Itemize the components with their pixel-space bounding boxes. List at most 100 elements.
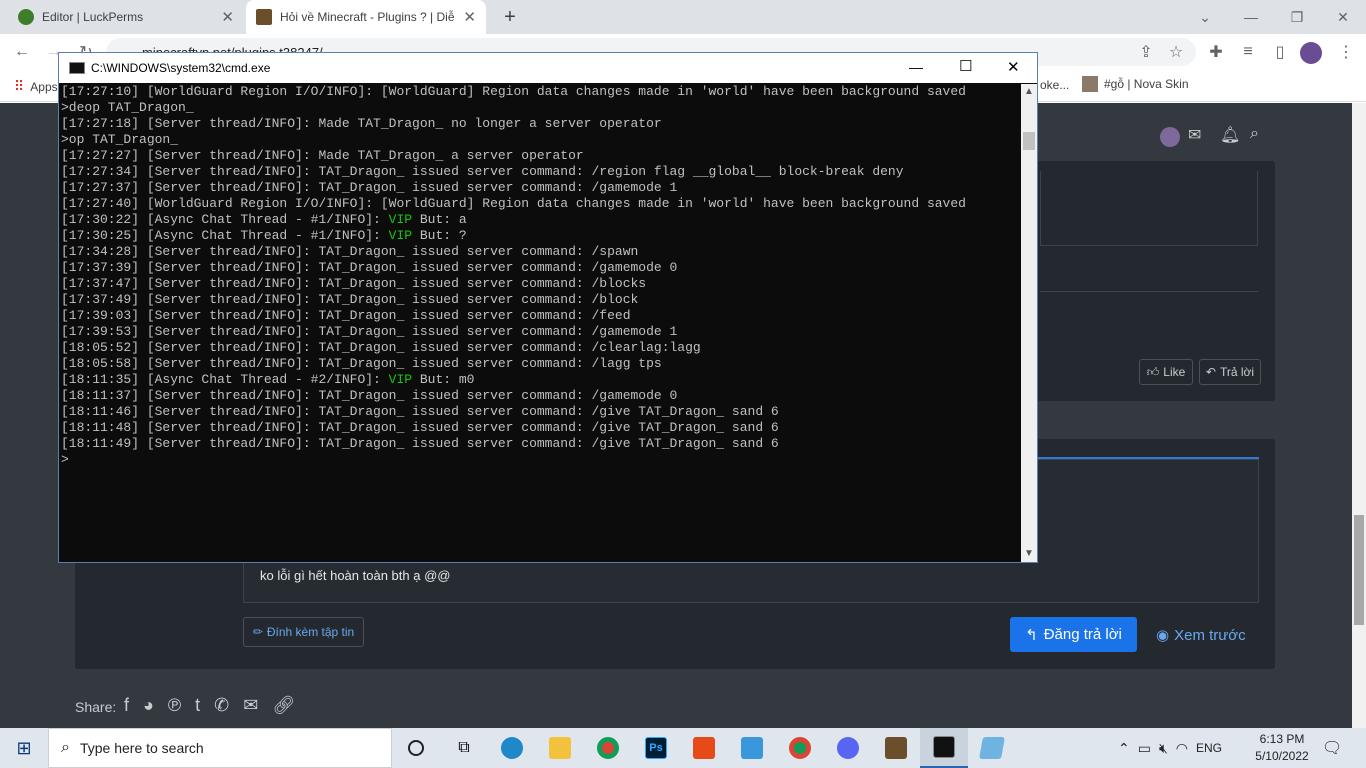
console-line: [17:37:47] [Server thread/INFO]: TAT_Dra…: [61, 276, 1021, 292]
console-line: [17:34:28] [Server thread/INFO]: TAT_Dra…: [61, 244, 1021, 260]
console-line-text: [18:11:49] [Server thread/INFO]: TAT_Dra…: [61, 436, 779, 451]
console-line: [17:27:37] [Server thread/INFO]: TAT_Dra…: [61, 180, 1021, 196]
close-tab-icon[interactable]: ✕: [221, 8, 234, 26]
tab-search-icon[interactable]: ⌄: [1182, 0, 1228, 34]
console-line: [17:27:27] [Server thread/INFO]: Made TA…: [61, 148, 1021, 164]
console-line: [18:05:52] [Server thread/INFO]: TAT_Dra…: [61, 340, 1021, 356]
close-tab-icon[interactable]: ✕: [463, 8, 476, 26]
link-icon[interactable]: 🔗︎: [272, 695, 295, 716]
bookmark-apps[interactable]: ⠿ Apps: [14, 78, 58, 95]
cmd-close-icon[interactable]: ✕: [1007, 58, 1020, 76]
taskbar-cmd[interactable]: [920, 728, 968, 768]
post-reply-button[interactable]: ↰ Đăng trả lời: [1010, 617, 1137, 652]
taskbar-store[interactable]: [728, 728, 776, 768]
cmd-maximize-icon[interactable]: ☐: [959, 57, 972, 75]
console-line: [17:30:22] [Async Chat Thread - #1/INFO]…: [61, 212, 1021, 228]
share-page-icon[interactable]: ⇪: [1132, 38, 1160, 66]
notifications-icon[interactable]: 🗨︎: [1322, 738, 1342, 758]
edge-icon: [501, 737, 523, 759]
taskbar-explorer[interactable]: [536, 728, 584, 768]
taskbar-notepad[interactable]: [968, 728, 1016, 768]
luckperms-favicon-icon: [18, 9, 34, 25]
console-line: [17:37:39] [Server thread/INFO]: TAT_Dra…: [61, 260, 1021, 276]
like-button[interactable]: 👍︎ Like: [1139, 359, 1193, 385]
reply-arrow-icon: ↰: [1025, 626, 1038, 644]
reddit-icon[interactable]: ◕: [143, 695, 154, 716]
console-line: >deop TAT_Dragon_: [61, 100, 1021, 116]
wifi-icon[interactable]: ◠: [1176, 740, 1188, 757]
console-scroll-thumb[interactable]: [1023, 132, 1035, 150]
console-line-text: [17:27:27] [Server thread/INFO]: Made TA…: [61, 148, 584, 163]
tray-overflow-icon[interactable]: ⌃: [1118, 740, 1130, 757]
meet-now-icon[interactable]: ▭: [1138, 740, 1151, 757]
minimize-icon[interactable]: —: [1228, 0, 1274, 34]
editor-text: ko lỗi gì hết hoàn toàn bth ạ @@: [260, 568, 451, 583]
cmd-title-bar[interactable]: C:\WINDOWS\system32\cmd.exe — ☐ ✕: [59, 53, 1037, 83]
preview-button[interactable]: ◉ Xem trước: [1156, 626, 1246, 645]
console-line: [17:27:18] [Server thread/INFO]: Made TA…: [61, 116, 1021, 132]
back-icon[interactable]: ←: [8, 38, 36, 66]
bookmark-nova-skin[interactable]: #gỗ | Nova Skin: [1082, 76, 1189, 92]
console-line: [17:30:25] [Async Chat Thread - #1/INFO]…: [61, 228, 1021, 244]
page-scrollbar-thumb[interactable]: [1354, 515, 1364, 625]
browser-menu-icon[interactable]: ⋮: [1332, 38, 1360, 66]
bookmark-star-icon[interactable]: ☆: [1162, 38, 1190, 66]
email-icon[interactable]: ✉: [243, 695, 258, 716]
console-line: [18:11:49] [Server thread/INFO]: TAT_Dra…: [61, 436, 1021, 452]
restore-icon[interactable]: ❐: [1274, 0, 1320, 34]
console-line-text: [18:05:58] [Server thread/INFO]: TAT_Dra…: [61, 356, 662, 371]
extensions-icon[interactable]: ✚: [1202, 38, 1230, 66]
page-scrollbar[interactable]: [1352, 103, 1366, 728]
whatsapp-icon[interactable]: ✆: [214, 695, 229, 716]
side-panel-icon[interactable]: ▯: [1266, 38, 1294, 66]
pinterest-icon[interactable]: ℗: [168, 695, 181, 716]
windows-taskbar: ⊞ ⌕ Type here to search ⧉ Ps ⌃ ▭ 🔇︎ ◠ EN…: [0, 728, 1366, 768]
taskbar-edge[interactable]: [488, 728, 536, 768]
taskbar-photoshop[interactable]: Ps: [632, 728, 680, 768]
clock[interactable]: 6:13 PM 5/10/2022: [1252, 731, 1312, 765]
paperclip-icon: ✏: [252, 625, 263, 639]
taskbar-chrome-profile[interactable]: [776, 728, 824, 768]
tab-luckperms[interactable]: Editor | LuckPerms ✕: [8, 0, 244, 34]
new-tab-button[interactable]: +: [498, 4, 522, 30]
scroll-down-icon[interactable]: ▼: [1024, 548, 1034, 559]
profile-avatar[interactable]: [1300, 42, 1322, 64]
alerts-bell-icon[interactable]: 🔔︎: [1220, 125, 1240, 145]
bookmark-oke[interactable]: oke...: [1040, 78, 1069, 92]
console-scrollbar[interactable]: ▲ ▼: [1021, 84, 1037, 562]
console-line-text: [17:27:10] [WorldGuard Region I/O/INFO]:…: [61, 84, 966, 99]
scroll-up-icon[interactable]: ▲: [1024, 86, 1034, 97]
console-line-text: [17:37:39] [Server thread/INFO]: TAT_Dra…: [61, 260, 678, 275]
eye-icon: ◉: [1156, 627, 1170, 644]
media-control-icon[interactable]: ≡: [1234, 38, 1262, 66]
task-view-button[interactable]: ⧉: [440, 728, 488, 768]
console-line-text: >op TAT_Dragon_: [61, 132, 179, 147]
close-window-icon[interactable]: ✕: [1320, 0, 1366, 34]
volume-muted-icon[interactable]: 🔇︎: [1159, 740, 1168, 757]
inbox-icon[interactable]: ✉: [1188, 125, 1201, 145]
taskbar-chrome[interactable]: [584, 728, 632, 768]
console-line-text: [17:27:18] [Server thread/INFO]: Made TA…: [61, 116, 662, 131]
taskbar-discord[interactable]: [824, 728, 872, 768]
attach-files-button[interactable]: ✏ Đính kèm tập tin: [243, 617, 364, 647]
taskbar-search-placeholder: Type here to search: [79, 740, 204, 756]
apps-grid-icon: ⠿: [14, 78, 25, 94]
reply-button[interactable]: ↶ Trả lời: [1199, 359, 1261, 385]
chrome-profile-icon: [789, 737, 811, 759]
cortana-button[interactable]: [392, 728, 440, 768]
cmd-minimize-icon[interactable]: —: [909, 59, 923, 75]
language-indicator[interactable]: ENG: [1196, 741, 1222, 755]
user-avatar[interactable]: [1160, 127, 1180, 147]
console-line-text: [17:39:03] [Server thread/INFO]: TAT_Dra…: [61, 308, 631, 323]
taskbar-office[interactable]: [680, 728, 728, 768]
console-line-text: [18:05:52] [Server thread/INFO]: TAT_Dra…: [61, 340, 701, 355]
console-line-text: [17:27:37] [Server thread/INFO]: TAT_Dra…: [61, 180, 678, 195]
taskbar-minecraft[interactable]: [872, 728, 920, 768]
taskbar-search-box[interactable]: ⌕ Type here to search: [48, 728, 392, 768]
tumblr-icon[interactable]: t: [195, 695, 200, 716]
tab-minecraftvn[interactable]: Hỏi về Minecraft - Plugins ? | Diễ ✕: [246, 0, 486, 34]
facebook-icon[interactable]: f: [124, 695, 129, 716]
search-icon[interactable]: ⌕: [1250, 125, 1259, 143]
start-button[interactable]: ⊞: [0, 728, 48, 768]
console-output[interactable]: [17:27:10] [WorldGuard Region I/O/INFO]:…: [61, 84, 1021, 562]
